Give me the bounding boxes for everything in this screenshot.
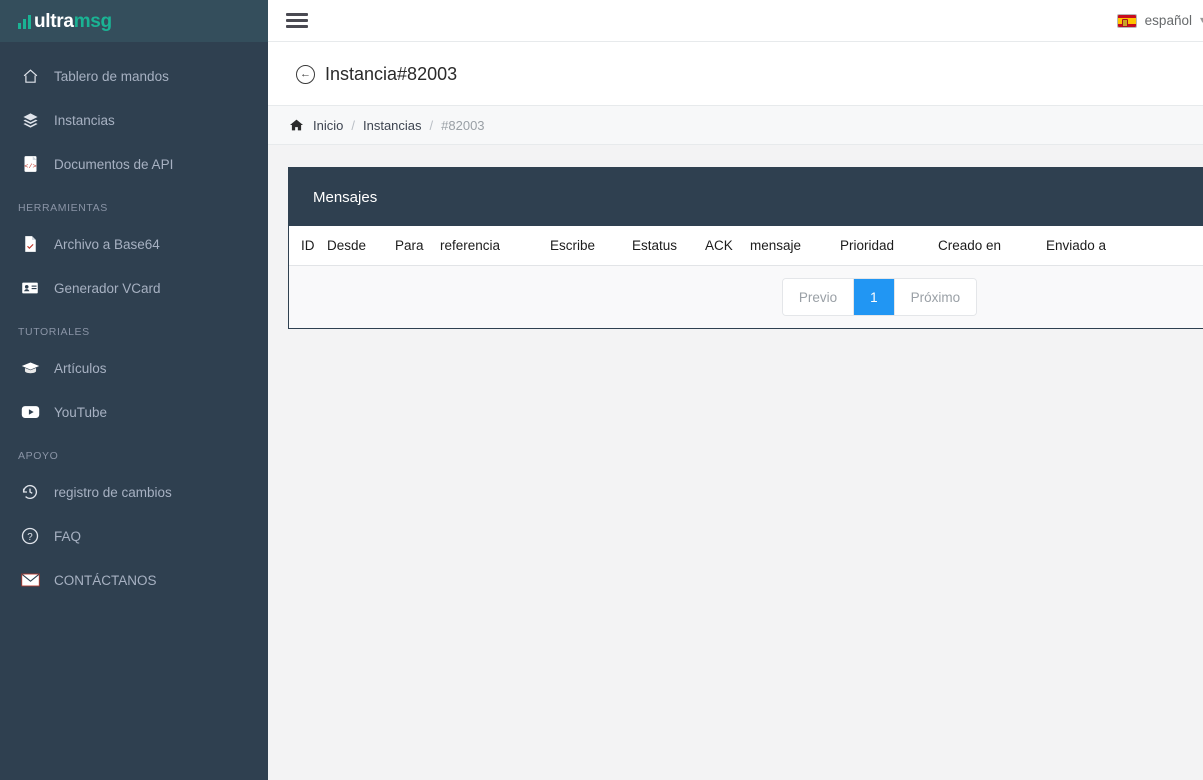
svg-text:?: ? [27,532,33,543]
sidebar-item-registro-de-cambios[interactable]: registro de cambios [0,470,268,514]
column-header-id[interactable]: ID [289,226,327,266]
column-header-ack[interactable]: ACK [705,226,750,266]
contact-card-icon [18,277,42,299]
column-header-enviado-a[interactable]: Enviado a [1046,226,1203,266]
sidebar-item-label: Documentos de API [54,156,174,172]
layers-icon [18,109,42,131]
sidebar-section-apoyo: APOYO [18,450,59,462]
column-header-estatus[interactable]: Estatus [632,226,705,266]
pagination-page-1[interactable]: 1 [854,279,895,315]
sidebar-item-instancias[interactable]: Instancias [0,98,268,142]
column-header-creado-en[interactable]: Creado en [938,226,1046,266]
home-icon [290,119,303,131]
breadcrumb-separator: / [351,117,355,133]
language-label: español [1144,13,1192,28]
breadcrumb-item-inicio[interactable]: Inicio [313,118,343,133]
sidebar-logo-bar: ultramsg [0,0,268,42]
column-header-referencia[interactable]: referencia [440,226,550,266]
messages-card-title: Mensajes [313,188,378,206]
sidebar-item-articulos[interactable]: Artículos [0,346,268,390]
sidebar-item-label: FAQ [54,528,82,544]
sidebar-item-label: YouTube [54,404,108,420]
messages-table: ID Desde Para referencia Escribe Estatus… [289,226,1203,328]
question-circle-icon: ? [18,525,42,547]
history-icon [18,481,42,503]
column-header-desde[interactable]: Desde [327,226,395,266]
column-header-prioridad[interactable]: Prioridad [840,226,938,266]
app-root: ultramsg Tablero de mandos Instancias </… [0,0,1203,780]
content-area: Mensajes Filtrar Límite 5 ▾ [268,145,1203,329]
page-title: ← Instancia#82003 [296,64,1203,85]
bar-chart-icon [18,14,31,29]
language-selector[interactable]: español ▾ [1099,13,1203,28]
messages-card-header: Mensajes Filtrar Límite 5 ▾ [289,168,1203,226]
sidebar-item-documentos-de-api[interactable]: </> Documentos de API [0,142,268,186]
sidebar-item-label: Instancias [54,112,115,128]
empty-table-row: Previo 1 Próximo [289,266,1203,329]
page-title-text: Instancia#82003 [325,64,458,84]
messages-card: Mensajes Filtrar Límite 5 ▾ [288,167,1203,329]
home-icon [18,65,42,87]
breadcrumb-item-current: #82003 [441,117,485,133]
back-arrow-icon[interactable]: ← [296,65,315,84]
column-header-para[interactable]: Para [395,226,440,266]
table-header-row: ID Desde Para referencia Escribe Estatus… [289,226,1203,266]
sidebar-item-label: Artículos [54,360,107,376]
hamburger-icon[interactable] [286,13,308,28]
pagination-next[interactable]: Próximo [894,279,977,315]
sidebar-item-youtube[interactable]: YouTube [0,390,268,434]
sidebar-item-contactanos[interactable]: CONTÁCTANOS [0,558,268,602]
brand-logo[interactable]: ultramsg [18,12,112,31]
top-navbar: español ▾ [268,0,1203,42]
sidebar-item-label: Tablero de mandos [54,68,169,84]
sidebar-item-label: registro de cambios [54,484,172,500]
spain-flag-icon [1116,13,1137,28]
sidebar-section-tutoriales: TUTORIALES [18,326,90,338]
sidebar-item-archivo-a-base64[interactable]: Archivo a Base64 [0,222,268,266]
file-icon [18,233,42,255]
breadcrumb-separator: / [429,117,434,133]
column-header-mensaje[interactable]: mensaje [750,226,840,266]
logo-text-primary: ultra [34,10,74,32]
pagination-prev[interactable]: Previo [782,279,855,315]
envelope-icon [18,569,42,591]
pagination-group: Previo 1 Próximo [781,278,978,316]
sidebar-item-label: Archivo a Base64 [54,236,160,252]
pagination: Previo 1 Próximo [289,266,1203,328]
sidebar-section-herramientas: HERRAMIENTAS [18,202,108,214]
youtube-icon [18,401,42,423]
sidebar-item-label: CONTÁCTANOS [54,572,157,588]
breadcrumb: Inicio / Instancias / #82003 [268,105,1203,145]
page-header: ← Instancia#82003 [268,42,1203,105]
sidebar: ultramsg Tablero de mandos Instancias </… [0,0,268,780]
breadcrumb-item-instancias[interactable]: Instancias [363,118,422,133]
svg-text:</>: </> [24,163,36,171]
graduation-cap-icon [18,357,42,379]
sidebar-item-faq[interactable]: ? FAQ [0,514,268,558]
logo-text-accent: msg [73,10,112,32]
sidebar-item-tablero-de-mandos[interactable]: Tablero de mandos [0,54,268,98]
messages-table-body: Previo 1 Próximo [289,265,1203,329]
sidebar-item-label: Generador VCard [54,280,161,296]
sidebar-nav: Tablero de mandos Instancias </> Documen… [0,42,268,602]
main-area: español ▾ ← Instancia#82003 Inicio / Ins… [268,0,1203,780]
code-file-icon: </> [18,153,42,175]
sidebar-item-generador-vcard[interactable]: Generador VCard [0,266,268,310]
topbar-right-group: español ▾ [1099,3,1203,39]
column-header-escribe[interactable]: Escribe [550,226,632,266]
messages-table-head: ID Desde Para referencia Escribe Estatus… [289,226,1203,266]
